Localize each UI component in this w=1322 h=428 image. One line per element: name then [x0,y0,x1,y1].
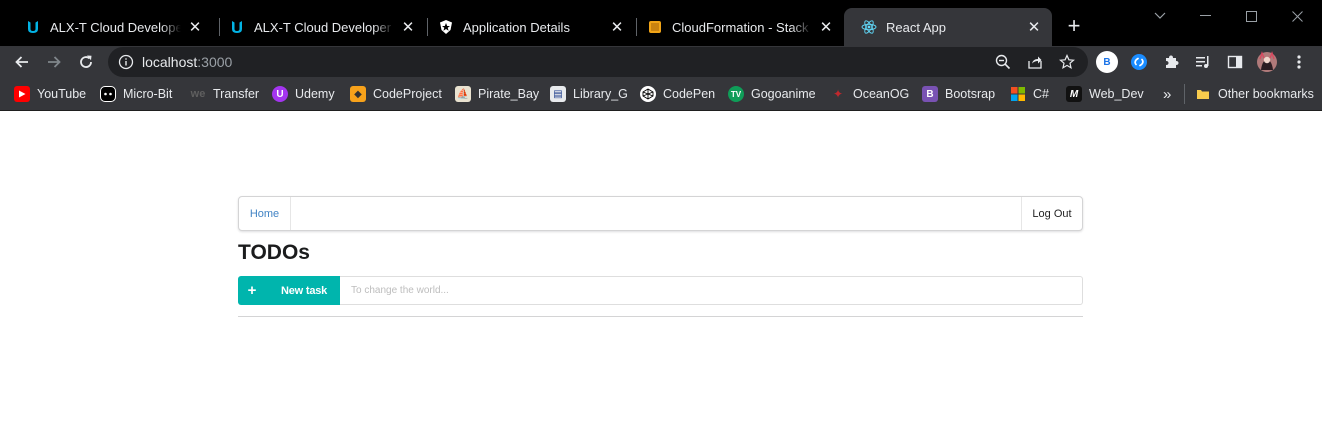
forward-arrow-icon[interactable] [41,49,67,75]
piratebay-icon: ⛵ [455,86,471,102]
other-bookmarks-folder[interactable]: Other bookmarks [1195,84,1314,104]
udemy-icon: U [272,86,288,102]
media-queue-icon[interactable] [1192,51,1214,73]
codepen-icon [640,86,656,102]
tab-title: CloudFormation - Stack [672,19,809,35]
bookmark-oceanog[interactable]: ✦ OceanOG [830,84,909,104]
address-bar[interactable]: localhost:3000 [108,47,1088,77]
side-panel-icon[interactable] [1224,51,1246,73]
bookmark-library-g[interactable]: ▤ Library_G [550,84,628,104]
chrome-menu-icon[interactable] [1288,51,1310,73]
webdev-icon: M [1066,86,1082,102]
divider [238,316,1083,317]
logout-button[interactable]: Log Out [1021,197,1082,230]
bookmarks-separator [1184,84,1185,104]
aws-icon [646,18,664,36]
page-viewport: Home Log Out TODOs + New task [0,112,1322,428]
close-tab-icon[interactable]: ✕ [187,19,203,36]
bookmarks-overflow-chevron[interactable]: » [1163,84,1171,104]
codeproject-icon: ◆ [350,86,366,102]
bookmark-csharp[interactable]: C# [1010,84,1049,104]
back-arrow-icon[interactable] [9,49,35,75]
browser-tab-1[interactable]: ALX-T Cloud Developer - Udacity ✕ [8,8,213,46]
bookmark-web-dev[interactable]: M Web_Dev [1066,84,1144,104]
bookmark-gogoanime[interactable]: TV Gogoanime [728,84,816,104]
plus-icon: + [247,282,257,299]
user-avatar[interactable] [1256,51,1278,73]
close-tab-icon[interactable]: ✕ [400,19,416,36]
bookmark-micro-bit[interactable]: Micro-Bit [100,84,172,104]
new-task-row: + New task [238,276,1083,305]
reload-icon[interactable] [73,49,99,75]
bookmark-pirate-bay[interactable]: ⛵ Pirate_Bay [455,84,539,104]
udacity-icon [24,18,42,36]
new-task-button[interactable]: + New task [238,276,340,305]
close-tab-icon[interactable]: ✕ [609,19,625,36]
site-info-icon[interactable] [118,54,134,70]
transfer-icon: we [190,88,206,100]
home-link[interactable]: Home [239,197,291,230]
browser-tab-5-active[interactable]: React App ✕ [844,8,1052,46]
gogoanime-icon: TV [728,86,744,102]
bookmark-udemy[interactable]: U Udemy [272,84,335,104]
youtube-icon [14,86,30,102]
new-task-input[interactable] [340,276,1083,305]
tab-title: ALX-T Cloud Developer - Udacity [50,19,181,35]
browser-tab-4[interactable]: CloudFormation - Stack ✕ [630,8,844,46]
browser-tab-3[interactable]: Application Details ✕ [421,8,635,46]
microbit-icon [100,86,116,102]
new-task-label: New task [281,284,328,297]
browser-toolbar: localhost:3000 B [0,46,1322,78]
browser-tab-strip: ALX-T Cloud Developer - Udacity ✕ ALX-T … [0,0,1322,46]
bookmark-transfer[interactable]: we Transfer [190,84,259,104]
folder-icon [1195,86,1211,102]
oceanog-icon: ✦ [832,87,844,101]
tab-search-chevron-icon[interactable] [1137,4,1183,28]
zoom-icon[interactable] [994,53,1012,71]
share-icon[interactable] [1026,53,1044,71]
url-port: :3000 [197,54,233,70]
maximize-icon[interactable] [1228,4,1274,28]
browser-tab-2[interactable]: ALX-T Cloud Developer - Udacity ✕ [212,8,426,46]
bookmark-youtube[interactable]: YouTube [14,84,86,104]
bookmark-codepen[interactable]: CodePen [640,84,715,104]
tab-title: ALX-T Cloud Developer - Udacity [254,19,394,35]
close-tab-icon[interactable]: ✕ [818,19,834,36]
url-host: localhost [142,54,198,70]
minimize-icon[interactable] [1182,4,1228,28]
close-tab-icon[interactable]: ✕ [1026,19,1042,36]
react-icon [860,18,878,36]
page-title: TODOs [238,241,310,264]
bookmarks-bar: YouTube Micro-Bit we Transfer U Udemy ◆ … [0,78,1322,111]
bookmark-bootstrap[interactable]: B Bootsrap [922,84,995,104]
windows-icon [1010,86,1026,102]
window-close-icon[interactable] [1274,4,1320,28]
auth0-icon [437,18,455,36]
url-text: localhost:3000 [142,54,232,70]
extensions-puzzle-icon[interactable] [1160,51,1182,73]
profile-extension-avatar[interactable]: B [1096,51,1118,73]
udacity-icon [228,18,246,36]
app-menu-bar: Home Log Out [238,196,1083,231]
shazam-extension-icon[interactable] [1128,51,1150,73]
tab-title: Application Details [463,19,570,35]
bootstrap-icon: B [922,86,938,102]
new-tab-icon[interactable]: + [1062,13,1086,38]
bookmark-star-icon[interactable] [1058,53,1076,71]
bookmark-codeproject[interactable]: ◆ CodeProject [350,84,442,104]
tab-title: React App [886,19,946,35]
library-icon: ▤ [550,86,566,102]
